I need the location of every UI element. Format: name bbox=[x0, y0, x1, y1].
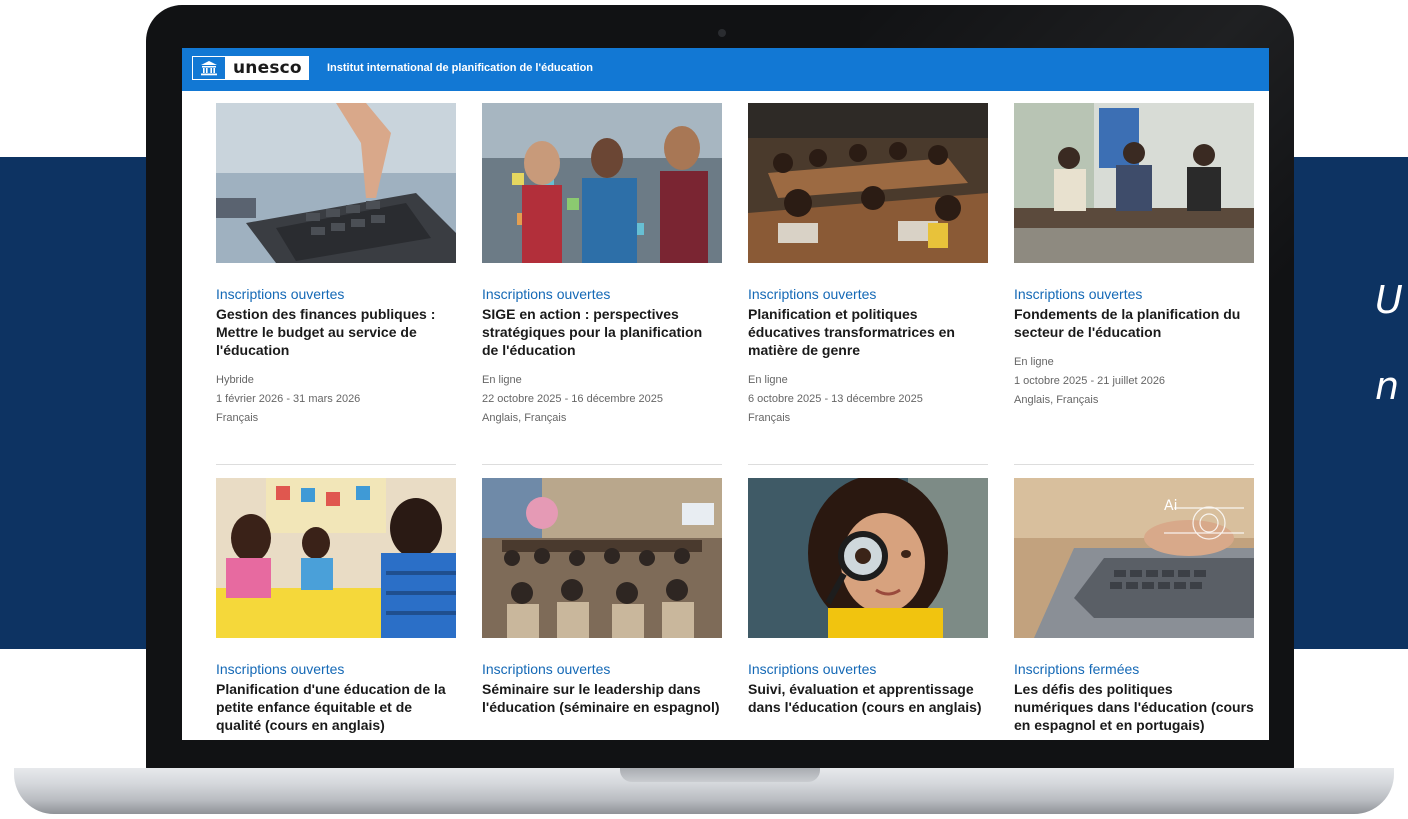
course-meta: En ligne 6 octobre 2025 - 13 décembre 20… bbox=[748, 371, 988, 428]
camera-icon bbox=[718, 29, 726, 37]
course-card[interactable]: Inscriptions ouvertes Gestion des financ… bbox=[216, 103, 456, 428]
course-format: En ligne bbox=[1014, 356, 1054, 368]
card-divider bbox=[1014, 464, 1254, 465]
course-title[interactable]: Suivi, évaluation et apprentissage dans … bbox=[748, 680, 988, 716]
course-languages: Français bbox=[748, 412, 791, 424]
course-status: Inscriptions ouvertes bbox=[1014, 286, 1143, 302]
course-status: Inscriptions ouvertes bbox=[216, 286, 345, 302]
institute-title[interactable]: Institut international de planification … bbox=[327, 62, 593, 74]
svg-text:Ai: Ai bbox=[1164, 498, 1177, 514]
course-status: Inscriptions ouvertes bbox=[748, 661, 877, 677]
side-text-line1: U bbox=[1375, 278, 1403, 322]
card-divider bbox=[748, 464, 988, 465]
card-divider bbox=[482, 464, 722, 465]
side-text-line2: n bbox=[1375, 364, 1400, 408]
course-dates: 1 février 2026 - 31 mars 2026 bbox=[216, 393, 361, 405]
course-title[interactable]: Planification et politiques éducatives t… bbox=[748, 305, 988, 359]
course-card[interactable]: Inscriptions ouvertes Fondements de la p… bbox=[1014, 103, 1254, 410]
course-format: En ligne bbox=[482, 374, 522, 386]
ai-laptop-photo[interactable]: Ai bbox=[1014, 478, 1254, 638]
course-title[interactable]: Fondements de la planification du secteu… bbox=[1014, 305, 1254, 341]
children-drawing-photo[interactable] bbox=[216, 478, 456, 638]
logo-wordmark: unesco bbox=[233, 58, 302, 78]
course-status: Inscriptions ouvertes bbox=[482, 286, 611, 302]
course-card[interactable]: Inscriptions ouvertes Planification et p… bbox=[748, 103, 988, 428]
course-languages: Français bbox=[216, 412, 259, 424]
course-title[interactable]: Les défis des politiques numériques dans… bbox=[1014, 680, 1254, 734]
course-status: Inscriptions ouvertes bbox=[482, 661, 611, 677]
course-card[interactable]: Inscriptions ouvertes Suivi, évaluation … bbox=[748, 478, 988, 716]
unesco-logo[interactable]: unesco bbox=[192, 56, 309, 80]
classroom-photo[interactable] bbox=[748, 103, 988, 263]
course-format: En ligne bbox=[748, 374, 788, 386]
course-dates: 1 octobre 2025 - 21 juillet 2026 bbox=[1014, 375, 1166, 387]
site-header: unesco Institut international de planifi… bbox=[182, 48, 1269, 91]
course-meta: En ligne 1 octobre 2025 - 21 juillet 202… bbox=[1014, 353, 1254, 410]
course-title[interactable]: SIGE en action : perspectives stratégiqu… bbox=[482, 305, 722, 359]
course-title[interactable]: Planification d'une éducation de la peti… bbox=[216, 680, 456, 734]
course-status: Inscriptions ouvertes bbox=[748, 286, 877, 302]
course-title[interactable]: Séminaire sur le leadership dans l'éduca… bbox=[482, 680, 722, 716]
course-meta: Hybride 1 février 2026 - 31 mars 2026 Fr… bbox=[216, 371, 456, 428]
course-format: Hybride bbox=[216, 374, 254, 386]
course-title[interactable]: Gestion des finances publiques : Mettre … bbox=[216, 305, 456, 359]
girl-magnifier-photo[interactable] bbox=[748, 478, 988, 638]
team-sticky-notes-photo[interactable] bbox=[482, 103, 722, 263]
course-status: Inscriptions fermées bbox=[1014, 661, 1140, 677]
panel-photo[interactable] bbox=[1014, 103, 1254, 263]
course-card[interactable]: Inscriptions ouvertes Séminaire sur le l… bbox=[482, 478, 722, 716]
calculator-photo[interactable] bbox=[216, 103, 456, 263]
course-dates: 22 octobre 2025 - 16 décembre 2025 bbox=[482, 393, 664, 405]
laptop-notch bbox=[620, 768, 820, 782]
card-divider bbox=[216, 464, 456, 465]
seminar-room-photo[interactable] bbox=[482, 478, 722, 638]
course-card[interactable]: Ai Inscriptions fermées Les défis des po… bbox=[1014, 478, 1254, 734]
temple-icon bbox=[193, 57, 225, 79]
course-meta: En ligne 22 octobre 2025 - 16 décembre 2… bbox=[482, 371, 722, 428]
course-languages: Anglais, Français bbox=[1014, 394, 1099, 406]
course-status: Inscriptions ouvertes bbox=[216, 661, 345, 677]
course-languages: Anglais, Français bbox=[482, 412, 567, 424]
browser-screen: unesco Institut international de planifi… bbox=[182, 48, 1269, 740]
course-card[interactable]: Inscriptions ouvertes Planification d'un… bbox=[216, 478, 456, 734]
course-card[interactable]: Inscriptions ouvertes SIGE en action : p… bbox=[482, 103, 722, 428]
course-dates: 6 octobre 2025 - 13 décembre 2025 bbox=[748, 393, 923, 405]
